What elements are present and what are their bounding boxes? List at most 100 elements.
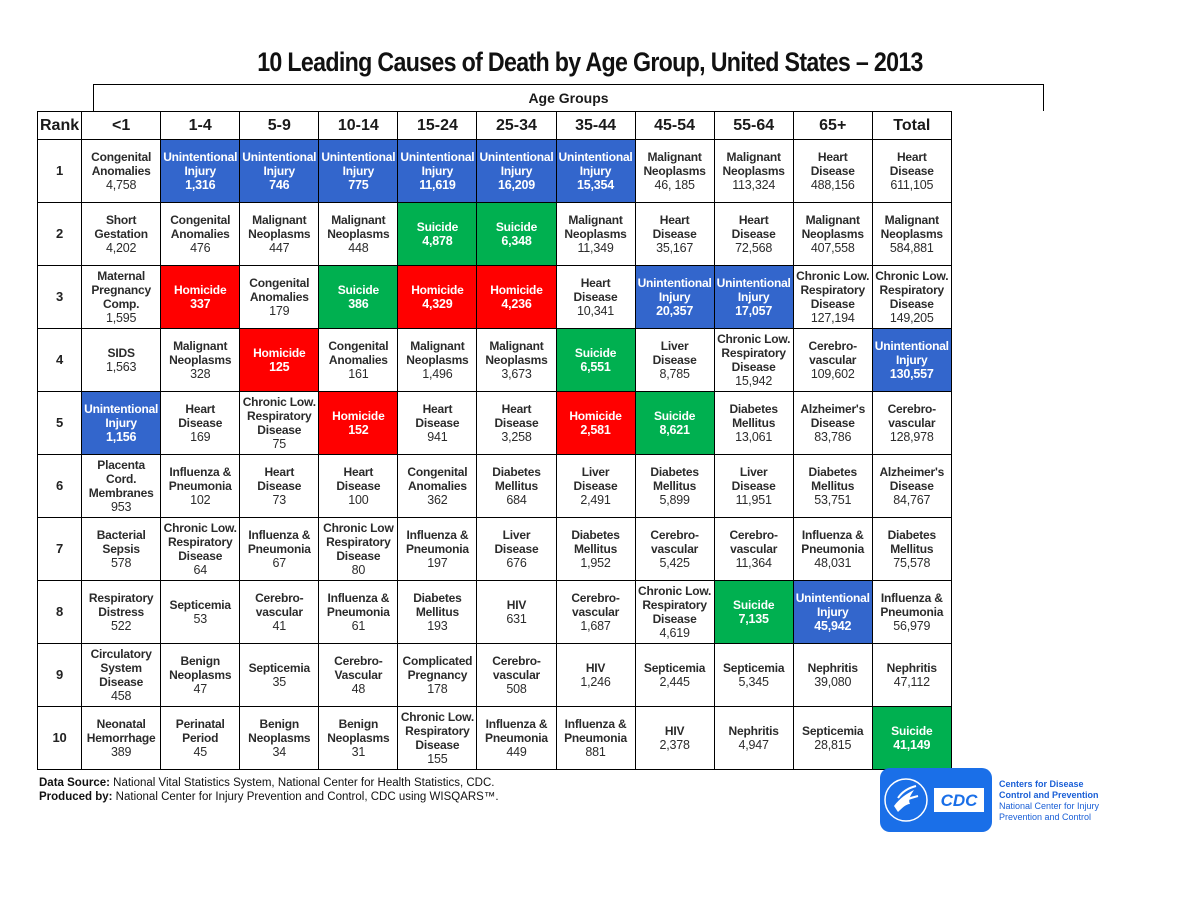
death-count: 522 — [111, 619, 132, 633]
cause-cell: Homicide 125 — [239, 328, 320, 392]
cause-cell: Congenital Anomalies 179 — [239, 265, 320, 329]
cause-name: Benign Neoplasms — [169, 654, 232, 682]
death-count: 197 — [427, 556, 448, 570]
cause-cell: Homicide 2,581 — [555, 391, 636, 455]
cause-cell: Septicemia 28,815 — [792, 706, 873, 770]
cause-cell: Malignant Neoplasms 113,324 — [713, 139, 794, 203]
death-count: 11,364 — [735, 556, 772, 570]
cause-name: Homicide — [569, 409, 622, 423]
cause-name: Heart Disease — [810, 150, 855, 178]
column-header: 5-9 — [239, 111, 320, 140]
cause-name: Heart Disease — [494, 402, 539, 430]
cause-cell: Maternal Pregnancy Comp. 1,595 — [81, 265, 162, 329]
death-count: 128,978 — [889, 430, 934, 444]
cause-cell: Diabetes Mellitus 1,952 — [555, 517, 636, 581]
cause-name: Diabetes Mellitus — [729, 402, 778, 430]
death-count: 48 — [351, 682, 366, 696]
cause-cell: Heart Disease 100 — [318, 454, 399, 518]
cause-cell: Homicide 152 — [318, 391, 399, 455]
cause-cell: Chronic Low. Respiratory Disease 15,942 — [713, 328, 794, 392]
cause-name: Chronic Low. Respiratory Disease — [242, 395, 316, 437]
cause-name: Diabetes Mellitus — [571, 528, 620, 556]
cdc-mark: CDC — [941, 791, 979, 810]
cause-name: Cerebro- Vascular — [334, 654, 383, 682]
cause-cell: Alzheimer's Disease 83,786 — [792, 391, 873, 455]
cause-cell: Septicemia 53 — [160, 580, 241, 644]
cause-name: Septicemia — [643, 661, 706, 675]
death-count: 584,881 — [889, 241, 934, 255]
cause-cell: Influenza & Pneumonia 67 — [239, 517, 320, 581]
death-count: 684 — [506, 493, 527, 507]
cause-name: Cerebro- vascular — [255, 591, 304, 619]
cause-name: Malignant Neoplasms — [722, 150, 785, 178]
cause-cell: Diabetes Mellitus 684 — [476, 454, 557, 518]
cause-name: Homicide — [411, 283, 464, 297]
cause-cell: SIDS 1,563 — [81, 328, 162, 392]
cause-name: Unintentional Injury — [84, 402, 159, 430]
death-count: 125 — [269, 360, 290, 374]
death-count: 67 — [272, 556, 287, 570]
footer-notes: Data Source: National Vital Statistics S… — [39, 776, 499, 804]
cause-name: Suicide — [495, 220, 538, 234]
death-count: 4,329 — [422, 297, 453, 311]
cause-cell: Influenza & Pneumonia 61 — [318, 580, 399, 644]
death-count: 389 — [111, 745, 132, 759]
column-header: <1 — [81, 111, 162, 140]
cause-name: Unintentional Injury — [479, 150, 554, 178]
cause-cell: Malignant Neoplasms 11,349 — [555, 202, 636, 266]
death-count: 941 — [427, 430, 448, 444]
death-count: 3,673 — [501, 367, 532, 381]
cause-name: Malignant Neoplasms — [485, 339, 548, 367]
rank-cell: 10 — [36, 706, 83, 770]
data-source-label: Data Source: — [39, 777, 110, 789]
death-count: 337 — [190, 297, 211, 311]
cause-cell: Malignant Neoplasms 1,496 — [397, 328, 478, 392]
table-body: 1 Congenital Anomalies 4,758 Unintentional … — [36, 139, 952, 770]
rank-cell: 6 — [36, 454, 83, 518]
cause-cell: Homicide 4,236 — [476, 265, 557, 329]
cause-name: Congenital Anomalies — [91, 150, 152, 178]
cause-name: Cerebro- vascular — [808, 339, 858, 367]
cause-name: Homicide — [490, 283, 543, 297]
cause-cell: Suicide 41,149 — [871, 706, 952, 770]
death-count: 458 — [111, 689, 132, 703]
death-count: 4,236 — [501, 297, 532, 311]
death-count: 3,258 — [501, 430, 532, 444]
death-count: 155 — [427, 752, 448, 766]
table-row: 5 Unintentional Injury 1,156 Heart Disease 1… — [36, 391, 952, 455]
cause-cell: Benign Neoplasms 34 — [239, 706, 320, 770]
cause-name: Chronic Low. Respiratory Disease — [163, 521, 237, 563]
death-count: 6,348 — [501, 234, 532, 248]
cause-cell: Unintentional Injury 15,354 — [555, 139, 636, 203]
death-count: 15,942 — [735, 374, 773, 388]
cause-name: Alzheimer's Disease — [800, 402, 866, 430]
death-count: 881 — [585, 745, 606, 759]
cause-cell: Neonatal Hemorrhage 389 — [81, 706, 162, 770]
logo-line-4: Prevention and Control — [999, 812, 1092, 822]
death-count: 75 — [272, 437, 287, 451]
cause-name: Nephritis — [807, 661, 858, 675]
cause-cell: Diabetes Mellitus 193 — [397, 580, 478, 644]
produced-by-note: Produced by: National Center for Injury … — [39, 790, 499, 804]
death-count: 179 — [269, 304, 290, 318]
logo-line-2: Control and Prevention — [999, 790, 1099, 800]
cause-name: Malignant Neoplasms — [801, 213, 864, 241]
death-count: 775 — [348, 178, 369, 192]
death-count: 1,156 — [106, 430, 137, 444]
cause-name: Influenza & Pneumonia — [168, 465, 232, 493]
death-count: 11,951 — [735, 493, 772, 507]
death-count: 61 — [351, 619, 366, 633]
rank-cell: 5 — [36, 391, 83, 455]
cause-cell: Alzheimer's Disease 84,767 — [871, 454, 952, 518]
cause-cell: Septicemia 2,445 — [634, 643, 715, 707]
cause-cell: Unintentional Injury 1,156 — [81, 391, 162, 455]
cause-name: Influenza & Pneumonia — [405, 528, 469, 556]
cause-cell: Heart Disease 35,167 — [634, 202, 715, 266]
cause-cell: Chronic Low Respiratory Disease 80 — [318, 517, 399, 581]
cause-cell: Complicated Pregnancy 178 — [397, 643, 478, 707]
cause-cell: Influenza & Pneumonia 449 — [476, 706, 557, 770]
cause-name: HIV — [664, 724, 685, 738]
cause-cell: Liver Disease 11,951 — [713, 454, 794, 518]
death-count: 102 — [190, 493, 211, 507]
cause-cell: Suicide 386 — [318, 265, 399, 329]
